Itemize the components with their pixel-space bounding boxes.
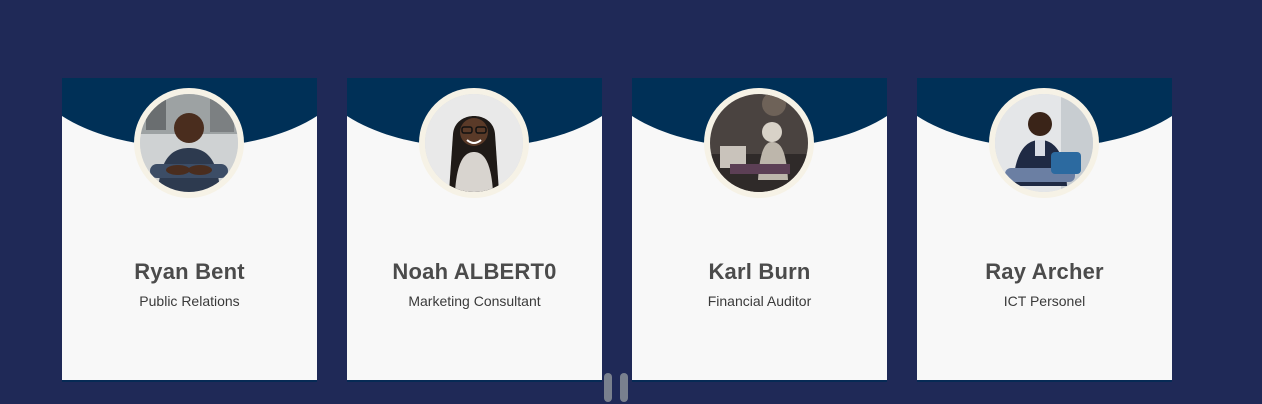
avatar-photo — [995, 94, 1093, 192]
member-name: Ryan Bent — [134, 259, 245, 284]
avatar — [989, 88, 1099, 198]
member-role: Public Relations — [139, 293, 240, 309]
member-name: Ray Archer — [985, 259, 1104, 284]
team-card[interactable]: Ryan Bent Public Relations — [62, 78, 317, 382]
avatar-photo — [425, 94, 523, 192]
avatar — [134, 88, 244, 198]
team-cards-row: Ryan Bent Public Relations Noah ALBERT0 … — [62, 78, 1172, 382]
avatar-photo — [710, 94, 808, 192]
team-card[interactable]: Karl Burn Financial Auditor — [632, 78, 887, 382]
avatar — [419, 88, 529, 198]
member-role: Marketing Consultant — [408, 293, 541, 309]
avatar — [704, 88, 814, 198]
carousel-pagination — [604, 373, 628, 402]
member-name: Noah ALBERT0 — [392, 259, 557, 284]
team-card[interactable]: Noah ALBERT0 Marketing Consultant — [347, 78, 602, 382]
member-name: Karl Burn — [708, 259, 811, 284]
member-role: ICT Personel — [1003, 293, 1086, 309]
team-card[interactable]: Ray Archer ICT Personel — [917, 78, 1172, 382]
avatar-photo — [140, 94, 238, 192]
carousel-page-dot[interactable] — [620, 373, 628, 402]
member-role: Financial Auditor — [707, 293, 812, 309]
carousel-page-dot[interactable] — [604, 373, 612, 402]
